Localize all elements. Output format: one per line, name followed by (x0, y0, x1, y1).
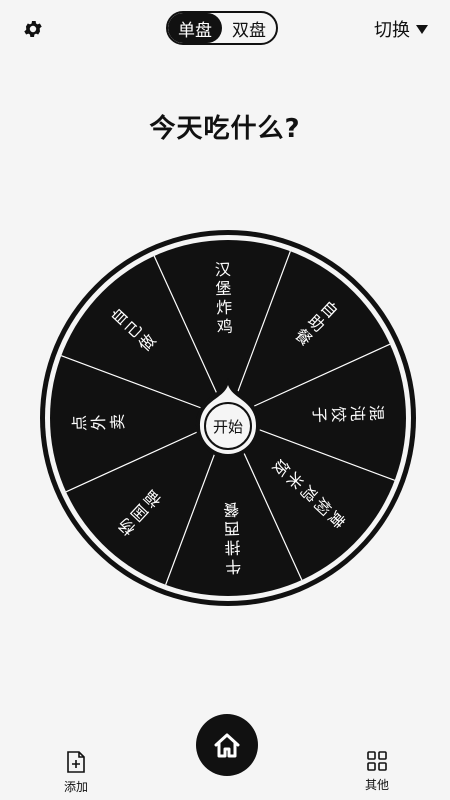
add-tab-label: 添加 (63, 780, 88, 794)
wheel-segment-label: 点外卖 (70, 414, 128, 432)
wheel-segment-char: 汉 (214, 260, 231, 280)
wheel-segment-label: 牛排西餐 (223, 500, 242, 577)
page-title: 今天吃什么? (149, 114, 301, 144)
wheel-segment-char: 排 (224, 538, 241, 558)
add-file-icon (67, 751, 85, 773)
wheel-segment-char: 外 (89, 414, 109, 431)
gear-icon[interactable] (22, 18, 44, 40)
wheel-segment-label: 混沌饺子 (310, 404, 387, 423)
wheel-segment-char: 堡 (215, 279, 232, 299)
mode-double-button[interactable]: 双盘 (222, 13, 276, 43)
wheel-segment-label: 汉堡炸鸡 (214, 260, 233, 337)
add-tab[interactable]: 添加 (56, 750, 96, 795)
wheel-segment-char: 卖 (108, 414, 128, 431)
home-icon (214, 733, 240, 758)
caret-down-icon (416, 24, 428, 34)
wheel-segment-char: 沌 (348, 405, 368, 422)
wheel-segment-char: 饺 (329, 406, 349, 423)
switch-menu-button[interactable]: 切换 (374, 14, 428, 44)
wheel-segment-char: 炸 (216, 298, 233, 318)
more-tab-label: 其他 (364, 778, 389, 792)
home-button[interactable] (196, 714, 258, 776)
mode-single-button[interactable]: 单盘 (168, 13, 222, 43)
grid-icon (367, 751, 387, 771)
wheel-segment-char: 点 (70, 415, 90, 432)
switch-label: 切换 (374, 20, 410, 41)
wheel-segment-char: 鸡 (216, 317, 233, 337)
wheel-segment-char: 牛 (225, 557, 242, 577)
wheel-segment-char: 西 (224, 519, 241, 539)
more-tab[interactable]: 其他 (357, 750, 397, 793)
start-button-label: 开始 (213, 418, 243, 436)
spin-wheel[interactable]: 汉堡炸鸡自助餐混沌饺子黄焖鸡米饭牛排西餐杨国福点外卖自己做 开始 (38, 228, 418, 608)
wheel-segment-char: 混 (367, 404, 387, 421)
wheel-segment-char: 餐 (223, 500, 240, 520)
wheel-mode-toggle: 单盘 双盘 (166, 11, 278, 45)
wheel-segment-char: 子 (310, 406, 330, 423)
